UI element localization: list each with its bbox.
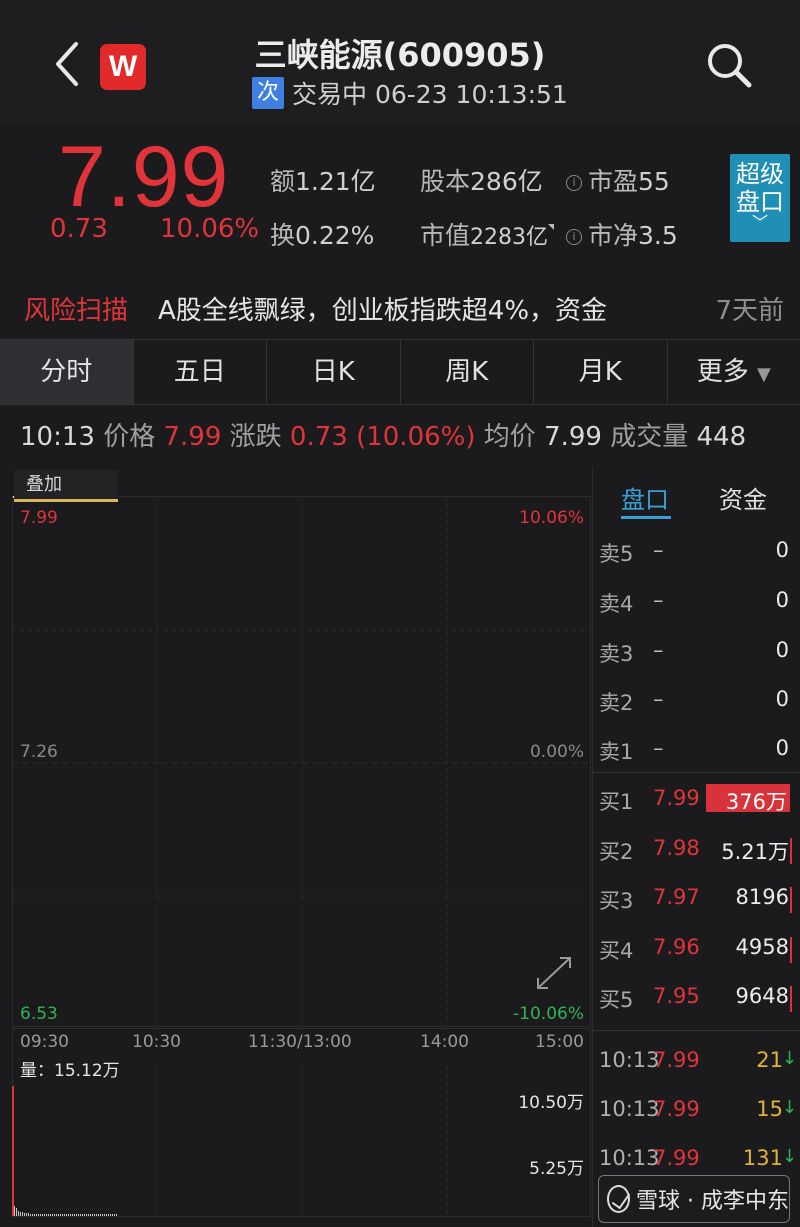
bid-row-5: 买5 7.95 9648 [593,978,800,1018]
trade-row: 10:13 7.99 131 ↓ [599,1146,797,1170]
ask-row-3: 卖3–0 [599,638,789,666]
tab-five-day[interactable]: 五日 [133,340,267,404]
ask-row-4: 卖4–0 [599,588,789,616]
x-label-1030: 10:30 [132,1032,181,1052]
overlay-button[interactable]: 叠加 [14,470,118,502]
x-label-1500: 15:00 [535,1032,584,1052]
stat-pe[interactable]: i 市盈55 [566,162,670,198]
tab-capital-flow[interactable]: 资金 [719,480,767,515]
ask-row-2: 卖2–0 [599,687,789,715]
x-label-1130: 11:30/13:00 [248,1032,352,1052]
volume-bar-open [12,1086,14,1216]
current-price: 7.99 [58,129,230,225]
bid-row-1: 买1 7.99 376万 [593,780,800,820]
bid-volume-bar [790,838,792,864]
stat-amount: 额1.21亿 [270,167,376,196]
trade-row: 10:13 7.99 21 ↓ [599,1048,797,1072]
arrow-down-icon: ↓ [781,1048,797,1069]
tab-daily-k[interactable]: 日K [267,340,401,404]
bid-row-4: 买4 7.96 4958 [593,929,800,969]
news-headline[interactable]: A股全线飘绿，创业板指跌超4%，资金 [158,290,607,327]
volume-axis-mid: 5.25万 [529,1159,584,1179]
y-label-high: 7.99 [20,508,58,528]
news-time: 7天前 [703,290,784,327]
tab-intraday[interactable]: 分时 [0,340,134,404]
arrow-down-icon: ↓ [781,1097,797,1118]
tab-weekly-k[interactable]: 周K [400,340,534,404]
super-orderbook-button[interactable]: 超级 盘口 ﹀ [730,154,790,242]
pct-label-mid: 0.00% [529,742,584,762]
chart-period-tabs: 分时 五日 日K 周K 月K 更多 ▼ [0,339,800,405]
stat-pb[interactable]: i 市净3.5 [566,216,678,252]
bid-volume-bar [790,887,792,913]
bid-row-2: 买2 7.98 5.21万 [593,830,800,870]
fullscreen-icon [537,957,571,989]
y-label-mid: 7.26 [20,742,58,762]
active-tab-indicator [621,516,671,519]
stat-mktcap[interactable]: 市值2283亿 [420,216,555,252]
dropdown-triangle-icon: ▼ [756,364,771,385]
stat-shares: 股本286亿 [420,167,543,196]
tab-monthly-k[interactable]: 月K [534,340,668,404]
volume-axis-high: 10.50万 [518,1093,584,1113]
ask-row-1: 卖1–0 [599,736,789,764]
trades-divider [593,1030,800,1031]
arrow-down-icon: ↓ [781,1146,797,1167]
price-change-pct: 10.06% [160,214,260,244]
search-icon[interactable] [704,40,754,90]
quote-panel: 7.99 0.73 10.06% 额1.21亿 换0.22% 股本286亿 市值… [0,122,800,282]
price-change: 0.73 [50,214,108,244]
pct-label-low: -10.06% [513,1004,584,1024]
bid-row-3: 买3 7.97 8196 [593,879,800,919]
intraday-chart[interactable]: 叠加 7.99 7.26 6.53 10.06% 0.00% -10.06% 0… [12,466,592,1218]
dropdown-triangle-icon [548,224,555,230]
tab-orderbook[interactable]: 盘口 [621,480,669,515]
risk-scan-tag: 风险扫描 [24,296,129,326]
x-label-0930: 09:30 [20,1032,69,1052]
bid-volume-bar [790,937,792,963]
orderbook-divider [593,772,800,773]
info-icon[interactable]: i [566,175,582,191]
crosshair-info-row: 10:13 价格 7.99 涨跌 0.73 (10.06%) 均价 7.99 成… [20,422,747,452]
secondary-new-badge: 次 [252,77,284,109]
trade-row: 10:13 7.99 15 ↓ [599,1097,797,1121]
x-label-1400: 14:00 [420,1032,469,1052]
snowball-watermark: 雪球 · 成李中东 [598,1175,790,1223]
intraday-chart-svg [12,496,591,1217]
y-label-low: 6.53 [20,1004,58,1024]
orderbook-panel: 盘口 资金 卖5–0 卖4–0 卖3–0 卖2–0 卖1–0 买1 7.99 376… [592,466,800,1227]
chevron-down-icon: ﹀ [751,213,768,232]
bid-volume-bar [790,986,792,1012]
tab-more[interactable]: 更多 ▼ [667,340,800,404]
side-tabs: 盘口 资金 [593,466,800,522]
snowball-logo-icon [607,1185,631,1213]
pct-label-high: 10.06% [519,508,584,528]
trading-status-text: 交易中 06-23 10:13:51 [292,80,568,109]
risk-scan-banner[interactable]: 风险扫描 A股全线飘绿，创业板指跌超4%，资金 7天前 [0,282,800,338]
stat-turnover: 换0.22% [270,221,375,250]
app-header: W 三峡能源(600905) 次 交易中 06-23 10:13:51 [0,0,800,122]
volume-label: 量：15.12万 [20,1061,120,1081]
info-icon[interactable]: i [566,229,582,245]
ask-row-5: 卖5–0 [599,538,789,566]
trading-status: 次 交易中 06-23 10:13:51 [252,76,568,110]
stock-title: 三峡能源(600905) [254,36,546,74]
